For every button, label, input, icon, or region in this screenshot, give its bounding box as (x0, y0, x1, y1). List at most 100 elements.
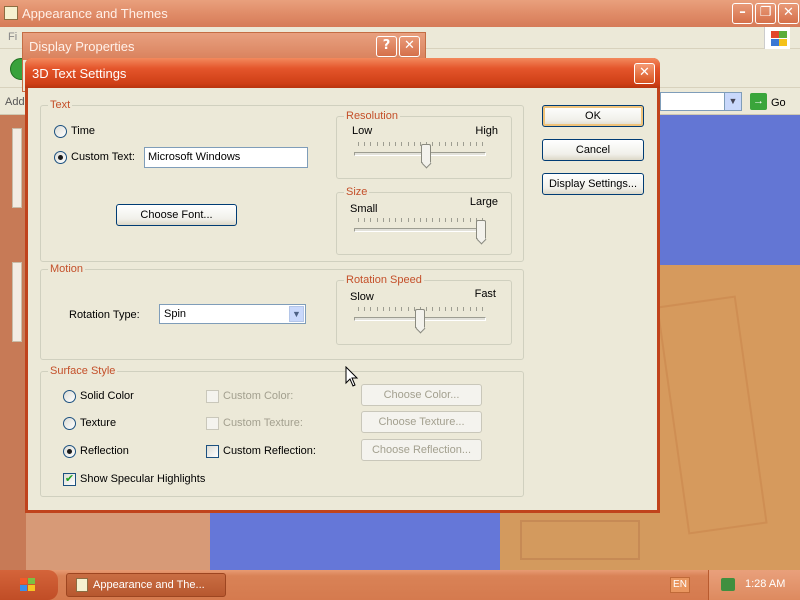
custom-reflection-checkbox[interactable] (206, 445, 219, 458)
system-tray: 1:28 AM (708, 570, 800, 600)
slider-tick (395, 307, 396, 311)
slider-tick (389, 218, 390, 222)
start-button[interactable] (0, 570, 58, 600)
custom-reflection-label[interactable]: Custom Reflection: (223, 445, 316, 458)
choose-font-button[interactable]: Choose Font... (116, 204, 237, 226)
resolution-slider[interactable] (354, 142, 486, 168)
rotation-type-value: Spin (164, 308, 187, 320)
cancel-button[interactable]: Cancel (542, 139, 644, 161)
slider-tick (451, 307, 452, 311)
menu-file[interactable]: Fi (8, 31, 17, 43)
slider-track[interactable] (354, 152, 486, 156)
specular-highlights-checkbox[interactable]: ✔ (63, 473, 76, 486)
close-icon[interactable]: ✕ (778, 3, 799, 24)
wallpaper-decoration (520, 520, 640, 560)
slider-tick (476, 142, 477, 146)
reflection-radio[interactable] (63, 445, 76, 458)
size-slider[interactable] (354, 218, 486, 244)
go-arrow-icon[interactable]: → (750, 93, 767, 110)
dialog-titlebar[interactable]: 3D Text Settings ✕ (25, 58, 660, 88)
texture-radio[interactable] (63, 417, 76, 430)
slider-tick (476, 307, 477, 311)
time-label[interactable]: Time (71, 125, 95, 138)
slider-track[interactable] (354, 228, 486, 232)
go-label[interactable]: Go (771, 97, 786, 109)
slider-tick (482, 142, 483, 146)
display-settings-button[interactable]: Display Settings... (542, 173, 644, 195)
custom-text-input[interactable]: Microsoft Windows (144, 147, 308, 168)
resolution-max-label: High (475, 125, 498, 137)
display-properties-titlebar[interactable]: Display Properties ? ✕ (23, 33, 425, 60)
rotation-speed-slider[interactable] (354, 307, 486, 333)
surface-style-group: Surface Style Solid Color Custom Color: … (40, 365, 524, 497)
choose-reflection-button[interactable]: Choose Reflection... (361, 439, 482, 461)
reflection-label[interactable]: Reflection (80, 445, 129, 458)
wallpaper-preview-panel (210, 510, 500, 570)
text-group: Text Time Custom Text: Microsoft Windows… (40, 99, 524, 262)
mouse-cursor-icon (345, 366, 359, 387)
size-min-label: Small (350, 203, 378, 215)
slider-tick (408, 307, 409, 311)
restore-icon[interactable]: ❐ (755, 3, 776, 24)
slider-thumb[interactable] (421, 144, 431, 163)
slider-tick (377, 218, 378, 222)
address-input[interactable] (660, 92, 724, 111)
display-properties-title: Display Properties (29, 39, 135, 54)
motion-group: Motion Rotation Type: Spin ▼ Rotation Sp… (40, 263, 524, 360)
address-dropdown-icon[interactable]: ▼ (724, 92, 742, 111)
time-radio[interactable] (54, 125, 67, 138)
slider-tick (414, 142, 415, 146)
specular-highlights-label[interactable]: Show Specular Highlights (80, 473, 205, 486)
texture-label[interactable]: Texture (80, 417, 116, 430)
slider-tick (445, 307, 446, 311)
bg-window-titlebar[interactable]: Appearance and Themes – ❐ ✕ (0, 0, 800, 27)
custom-text-label[interactable]: Custom Text: (71, 151, 135, 164)
windows-flag-icon (764, 27, 790, 49)
custom-text-radio[interactable] (54, 151, 67, 164)
slider-tick (439, 307, 440, 311)
resolution-min-label: Low (352, 125, 373, 137)
slider-tick (426, 218, 427, 222)
network-icon[interactable] (721, 578, 735, 591)
ok-button[interactable]: OK (542, 105, 644, 127)
help-icon[interactable]: ? (376, 36, 397, 57)
choose-color-button[interactable]: Choose Color... (361, 384, 482, 406)
clock[interactable]: 1:28 AM (745, 578, 785, 590)
slider-tick (463, 218, 464, 222)
slider-tick (401, 142, 402, 146)
slider-tick (445, 218, 446, 222)
slider-thumb[interactable] (415, 309, 425, 328)
slider-tick (377, 142, 378, 146)
slider-tick (432, 307, 433, 311)
rotation-speed-group: Rotation Speed Slow Fast (336, 274, 512, 345)
slider-tick (389, 307, 390, 311)
text-group-legend: Text (48, 99, 73, 112)
slider-tick (401, 307, 402, 311)
slider-tick (457, 218, 458, 222)
slider-tick (451, 218, 452, 222)
solid-color-radio[interactable] (63, 390, 76, 403)
slider-tick (364, 307, 365, 311)
custom-texture-label: Custom Texture: (223, 417, 303, 429)
choose-texture-button[interactable]: Choose Texture... (361, 411, 482, 433)
slider-tick (370, 218, 371, 222)
custom-texture-checkbox[interactable] (206, 417, 219, 430)
slider-tick (463, 307, 464, 311)
close-icon[interactable]: ✕ (399, 36, 420, 57)
slider-tick (383, 142, 384, 146)
custom-color-checkbox[interactable] (206, 390, 219, 403)
solid-color-label[interactable]: Solid Color (80, 390, 134, 403)
rotation-type-select[interactable]: Spin ▼ (159, 304, 306, 324)
slider-tick (482, 307, 483, 311)
slider-thumb[interactable] (476, 220, 486, 239)
taskbar: Appearance and The... EN 1:28 AM (0, 570, 800, 600)
language-indicator[interactable]: EN (670, 577, 690, 593)
taskbar-button-appearance[interactable]: Appearance and The... (66, 573, 226, 597)
wallpaper-preview-sky (658, 115, 800, 265)
dialog-close-icon[interactable]: ✕ (634, 63, 655, 84)
chevron-down-icon[interactable]: ▼ (289, 306, 304, 322)
minimize-icon[interactable]: – (732, 3, 753, 24)
slider-tick (439, 142, 440, 146)
slider-tick (358, 142, 359, 146)
slider-tick (389, 142, 390, 146)
